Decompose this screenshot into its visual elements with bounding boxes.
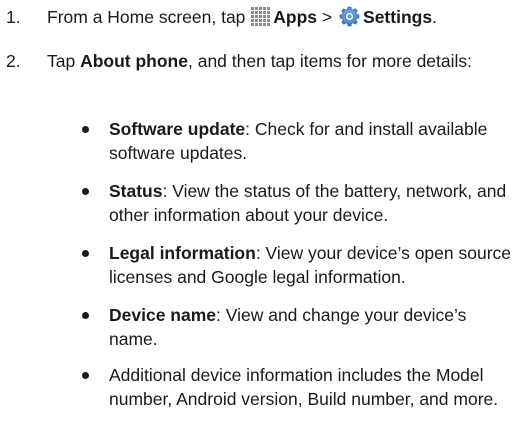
bullet-term: Legal information [109, 243, 256, 263]
bullet-term: Software update [109, 119, 246, 139]
bullet-text: Software update: Check for and install a… [109, 117, 528, 165]
bullet-text: Legal information: View your device’s op… [109, 241, 528, 289]
step-number: 1. [6, 7, 21, 27]
step-suffix: . [432, 7, 437, 27]
bullet-term: Status [109, 181, 163, 201]
step-prefix: Tap [47, 51, 76, 71]
about-phone-label: About phone [80, 51, 188, 71]
apps-grid-icon [251, 7, 271, 26]
step-text: From a Home screen, tap Apps > Settings. [47, 5, 526, 29]
bullet-text: Additional device information includes t… [109, 363, 528, 411]
bullet-dot [82, 372, 89, 379]
step-text: Tap About phone, and then tap items for … [47, 49, 492, 73]
apps-label: Apps [273, 7, 318, 27]
bullet-description: : View the status of the battery, networ… [109, 181, 507, 225]
bullet-dot [82, 312, 89, 319]
breadcrumb-separator: > [321, 7, 333, 27]
bullet-dot [82, 250, 89, 257]
settings-label: Settings [363, 7, 433, 27]
bullet-text: Device name: View and change your device… [109, 303, 502, 351]
bullet-description: Additional device information includes t… [109, 365, 499, 409]
step-suffix: , and then tap items for more details: [187, 51, 473, 71]
step-number: 2. [6, 51, 21, 71]
bullet-dot [82, 126, 89, 133]
bullet-term: Device name [109, 305, 217, 325]
bullet-text: Status: View the status of the battery, … [109, 179, 528, 227]
settings-gear-icon [339, 6, 360, 27]
bullet-dot [82, 188, 89, 195]
step-prefix: From a Home screen, tap [47, 7, 246, 27]
